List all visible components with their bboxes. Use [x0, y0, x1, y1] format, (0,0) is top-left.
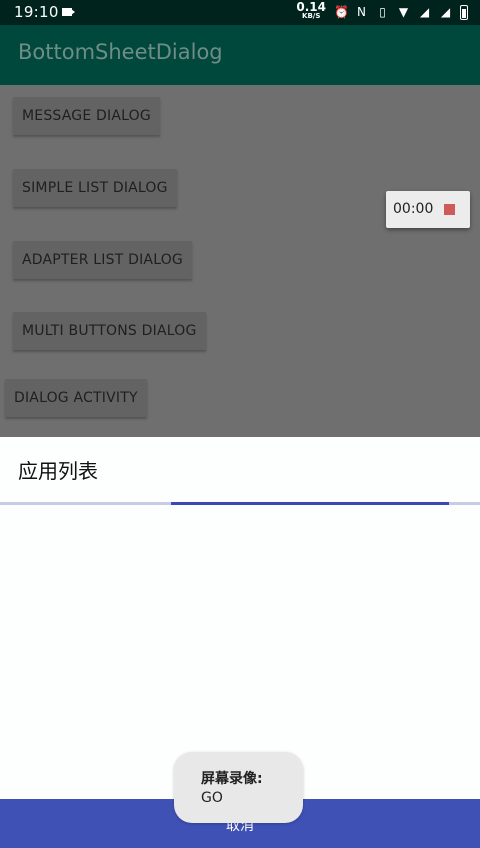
status-bar: 19:10 0.14 KB/S ⏰ N ▯ ▼ ◢ ◢: [0, 0, 480, 25]
wifi-icon: ▼: [398, 4, 409, 19]
multi-buttons-dialog-button[interactable]: MULTI BUTTONS DIALOG: [13, 312, 206, 350]
net-speed-unit: KB/S: [302, 12, 321, 20]
stop-icon[interactable]: [444, 204, 455, 215]
vibrate-icon: ▯: [379, 4, 386, 19]
adapter-list-dialog-button[interactable]: ADAPTER LIST DIALOG: [13, 241, 192, 279]
app-title: BottomSheetDialog: [18, 40, 223, 64]
recorder-widget[interactable]: 00:00: [386, 191, 470, 228]
signal-icon: ◢: [419, 4, 430, 19]
alarm-icon: ⏰: [334, 4, 349, 19]
status-icons: 0.14 KB/S ⏰ N ▯ ▼ ◢ ◢: [296, 0, 468, 21]
signal-icon: ◢: [440, 4, 451, 19]
net-speed-value: 0.14: [296, 0, 326, 14]
nfc-icon: N: [357, 4, 366, 19]
message-dialog-button[interactable]: MESSAGE DIALOG: [13, 97, 160, 135]
sheet-title: 应用列表: [18, 459, 98, 483]
toast-title: 屏幕录像:: [201, 771, 263, 787]
simple-list-dialog-button[interactable]: SIMPLE LIST DIALOG: [13, 169, 177, 207]
app-bar: BottomSheetDialog: [0, 25, 480, 85]
loading-progress-bar: [0, 502, 480, 505]
toast-message: GO: [201, 790, 223, 806]
net-speed: 0.14 KB/S: [296, 0, 326, 21]
recorder-time: 00:00: [393, 201, 434, 217]
loading-progress-indicator: [171, 502, 449, 505]
status-time: 19:10: [14, 3, 59, 21]
screen-record-icon: [62, 8, 75, 16]
dialog-activity-button[interactable]: DIALOG ACTIVITY: [5, 379, 147, 417]
battery-icon: [460, 4, 468, 20]
toast: 屏幕录像: GO: [174, 752, 303, 823]
